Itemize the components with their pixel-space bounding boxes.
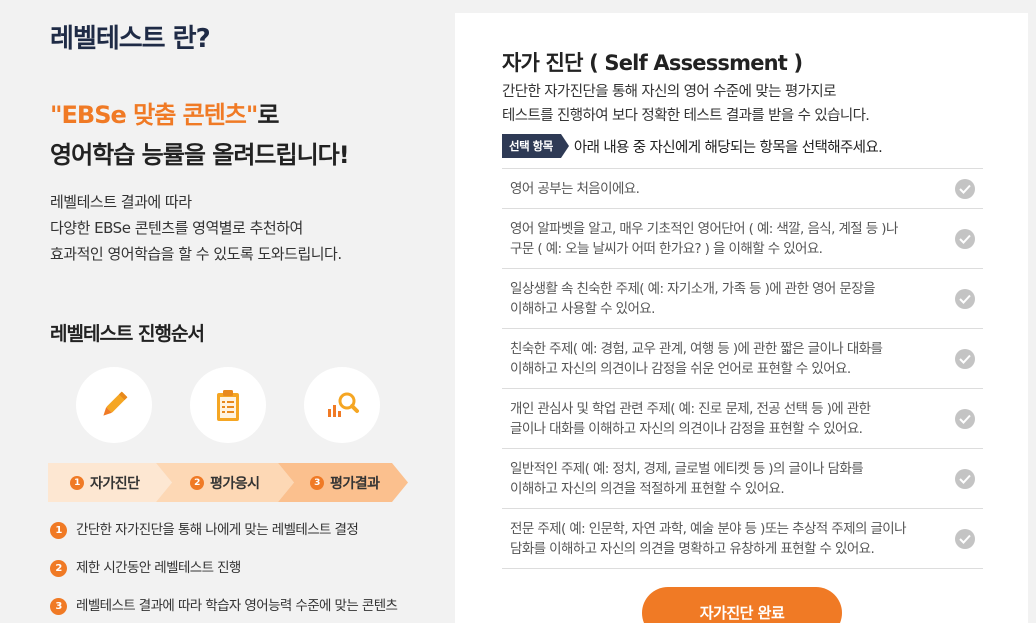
process-number: 1: [50, 522, 67, 539]
assessment-option[interactable]: 개인 관심사 및 학업 관련 주제( 예: 진로 문제, 전공 선택 등 )에 …: [502, 389, 983, 449]
check-icon[interactable]: [955, 288, 975, 309]
process-item: 3 레벨테스트 결과에 따라 학습자 영어능력 수준에 맞는 콘텐츠: [50, 597, 430, 615]
process-list: 1 간단한 자가진단을 통해 나에게 맞는 레벨테스트 결정 2 제한 시간동안 레…: [50, 521, 430, 623]
page-edge: [1028, 0, 1036, 623]
self-assessment-panel: 자가 진단 ( Self Assessment ) 간단한 자가진단을 통해 자…: [455, 13, 1028, 623]
headline: "EBSe 맞춤 콘텐츠"로 영어학습 능률을 올려드립니다!: [50, 97, 350, 173]
process-text: 간단한 자가진단을 통해 나에게 맞는 레벨테스트 결정: [76, 522, 359, 538]
step-number: 3: [310, 475, 324, 490]
assessment-desc-line: 테스트를 진행하여 보다 정확한 테스트 결과를 받을 수 있습니다.: [502, 108, 870, 124]
process-item: 1 간단한 자가진단을 통해 나에게 맞는 레벨테스트 결정: [50, 521, 430, 539]
step-number: 1: [70, 475, 84, 490]
submit-self-assessment-button[interactable]: 자가진단 완료: [642, 587, 842, 623]
step-self-diagnosis: 1 자가진단: [70, 463, 140, 502]
check-icon[interactable]: [955, 528, 975, 549]
option-text: 친숙한 주제( 예: 경험, 교우 관계, 여행 등 )에 관한 짧은 글이나 …: [510, 340, 883, 377]
chart-search-icon: [304, 367, 380, 443]
step-take-test: 2 평가응시: [190, 463, 260, 502]
option-text: 영어 알파벳을 알고, 매우 기초적인 영어단어 ( 예: 색깔, 음식, 계절…: [510, 220, 898, 257]
check-icon[interactable]: [955, 178, 975, 199]
pencil-icon: [76, 367, 152, 443]
option-text: 일반적인 주제( 예: 정치, 경제, 글로벌 에티켓 등 )의 글이나 담화를…: [510, 460, 864, 497]
step-label: 자가진단: [90, 475, 140, 492]
assessment-option[interactable]: 영어 알파벳을 알고, 매우 기초적인 영어단어 ( 예: 색깔, 음식, 계절…: [502, 209, 983, 269]
assessment-option[interactable]: 영어 공부는 처음이에요.: [502, 169, 983, 209]
step-progress-bar: 1 자가진단 2 평가응시 3 평가결과: [48, 463, 410, 502]
intro-desc-line: 레벨테스트 결과에 따라: [50, 193, 192, 211]
select-text: 아래 내용 중 자신에게 해당되는 항목을 선택해주세요.: [573, 139, 883, 156]
process-text: 레벨테스트 결과에 따라 학습자 영어능력 수준에 맞는 콘텐츠: [76, 598, 398, 614]
process-number: 2: [50, 560, 67, 577]
clipboard-icon: [190, 367, 266, 443]
step-number: 2: [190, 475, 204, 490]
select-instruction: 선택 항목 아래 내용 중 자신에게 해당되는 항목을 선택해주세요.: [502, 134, 883, 158]
check-icon[interactable]: [955, 228, 975, 249]
intro-title: 레벨테스트 란?: [50, 24, 211, 54]
assessment-desc-line: 간단한 자가진단을 통해 자신의 영어 수준에 맞는 평가지로: [502, 84, 836, 100]
intro-desc-line: 다양한 EBSe 콘텐츠를 영역별로 추천하여: [50, 219, 303, 237]
assessment-title: 자가 진단 ( Self Assessment ): [502, 51, 803, 75]
intro-desc-line: 효과적인 영어학습을 할 수 있도록 도와드립니다.: [50, 245, 342, 263]
assessment-option[interactable]: 일상생활 속 친숙한 주제( 예: 자기소개, 가족 등 )에 관한 영어 문장…: [502, 269, 983, 329]
process-item: 2 제한 시간동안 레벨테스트 진행: [50, 559, 430, 577]
headline-accent: "EBSe 맞춤 콘텐츠": [50, 101, 258, 129]
check-icon[interactable]: [955, 468, 975, 489]
headline-line2: 영어학습 능률을 올려드립니다!: [50, 141, 350, 169]
steps-title: 레벨테스트 진행순서: [50, 323, 205, 345]
assessment-option[interactable]: 친숙한 주제( 예: 경험, 교우 관계, 여행 등 )에 관한 짧은 글이나 …: [502, 329, 983, 389]
option-text: 개인 관심사 및 학업 관련 주제( 예: 진로 문제, 전공 선택 등 )에 …: [510, 400, 871, 437]
option-text: 일상생활 속 친숙한 주제( 예: 자기소개, 가족 등 )에 관한 영어 문장…: [510, 280, 876, 317]
process-number: 3: [50, 598, 67, 615]
option-text: 영어 공부는 처음이에요.: [510, 180, 640, 197]
assessment-description: 간단한 자가진단을 통해 자신의 영어 수준에 맞는 평가지로 테스트를 진행하…: [502, 80, 870, 128]
assessment-options: 영어 공부는 처음이에요. 영어 알파벳을 알고, 매우 기초적인 영어단어 (…: [502, 168, 983, 569]
step-label: 평가응시: [210, 475, 260, 492]
check-icon[interactable]: [955, 348, 975, 369]
step-result: 3 평가결과: [310, 463, 380, 502]
option-text: 전문 주제( 예: 인문학, 자연 과학, 예술 분야 등 )또는 추상적 주제…: [510, 520, 907, 557]
process-text: 제한 시간동안 레벨테스트 진행: [76, 560, 241, 576]
headline-suffix: 로: [257, 101, 279, 129]
step-label: 평가결과: [330, 475, 380, 492]
intro-section: 레벨테스트 란? "EBSe 맞춤 콘텐츠"로 영어학습 능률을 올려드립니다!…: [0, 0, 440, 623]
check-icon[interactable]: [955, 408, 975, 429]
assessment-option[interactable]: 일반적인 주제( 예: 정치, 경제, 글로벌 에티켓 등 )의 글이나 담화를…: [502, 449, 983, 509]
intro-description: 레벨테스트 결과에 따라 다양한 EBSe 콘텐츠를 영역별로 추천하여 효과적…: [50, 189, 342, 267]
assessment-option[interactable]: 전문 주제( 예: 인문학, 자연 과학, 예술 분야 등 )또는 추상적 주제…: [502, 509, 983, 569]
select-tag: 선택 항목: [502, 134, 569, 158]
